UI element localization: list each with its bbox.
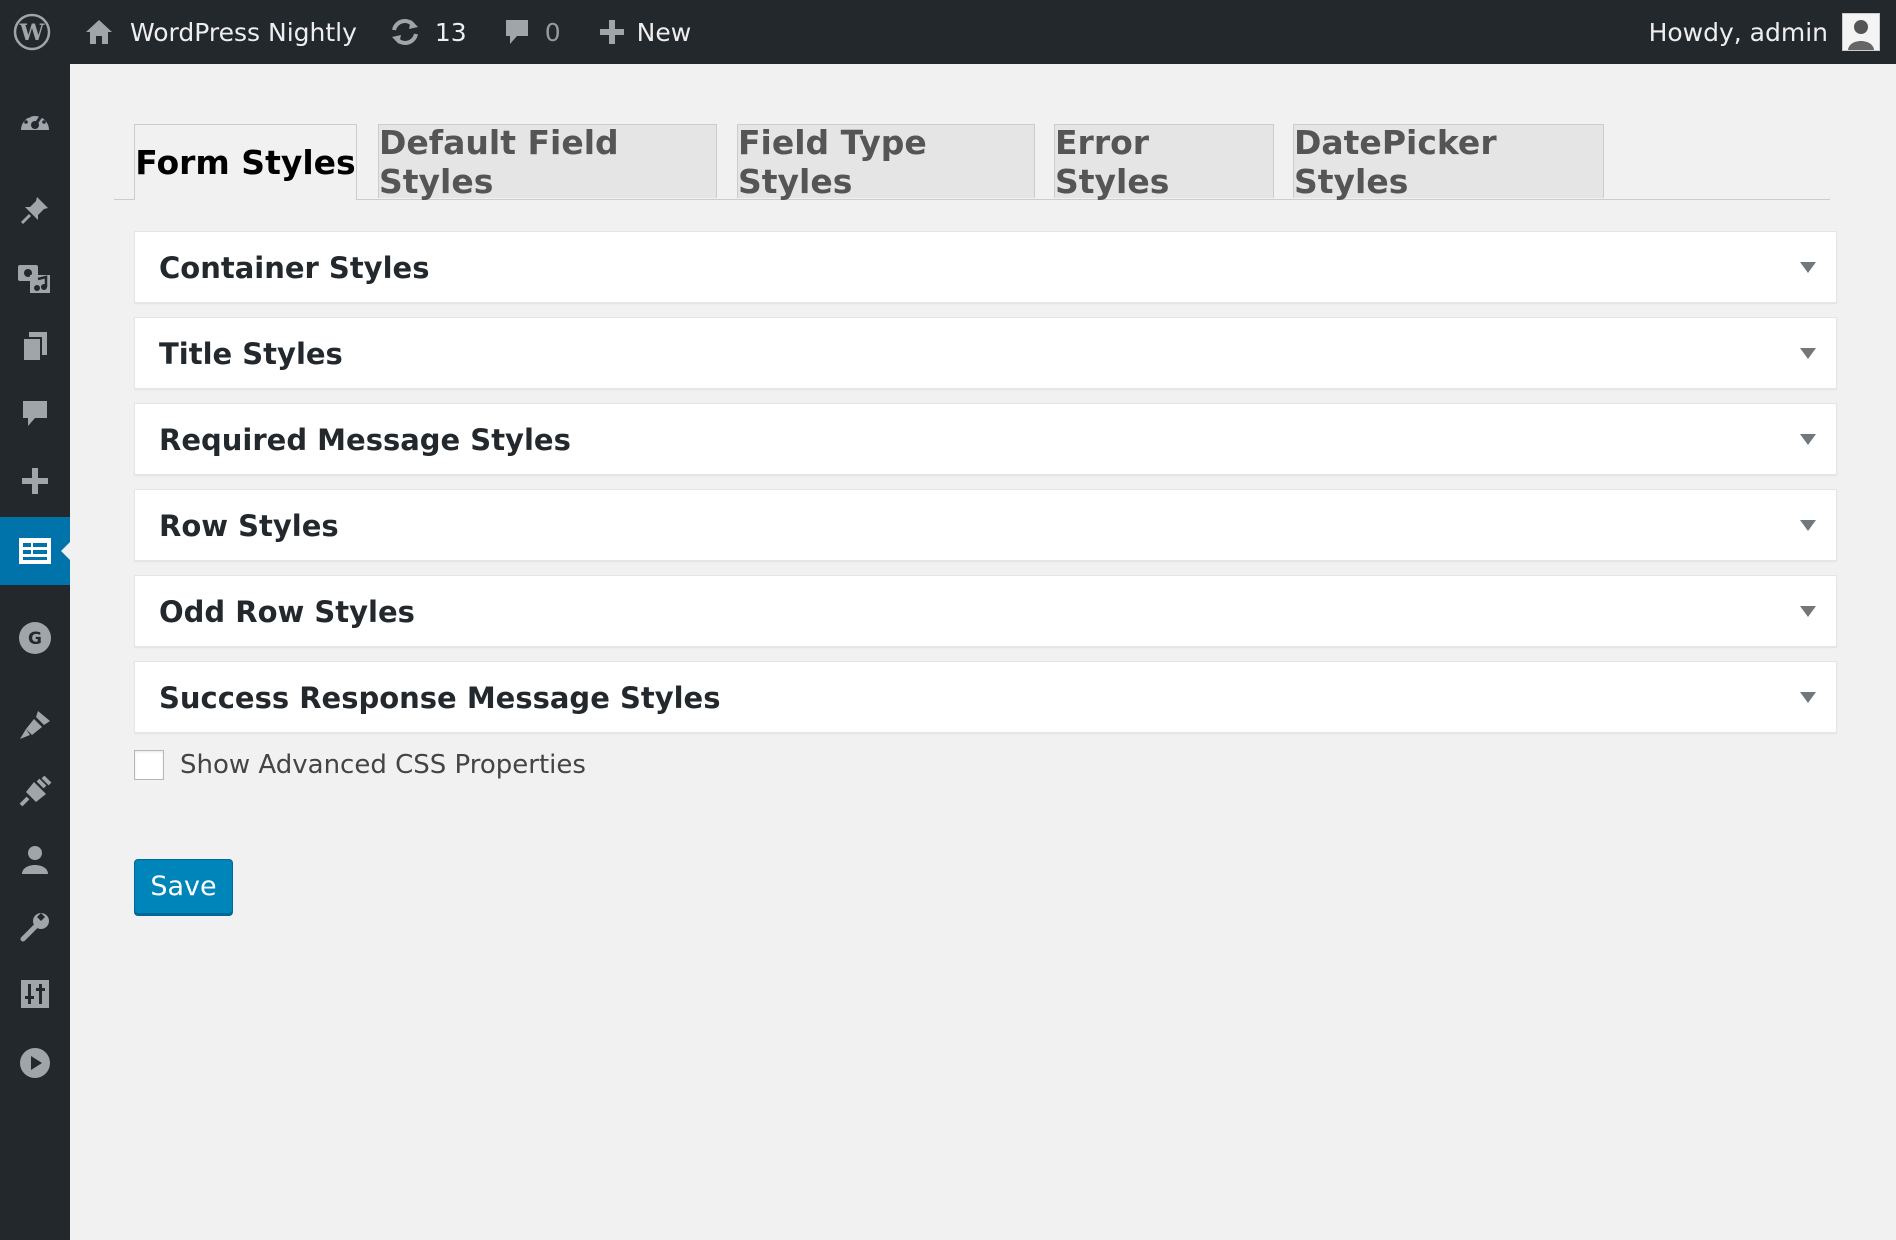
wordpress-logo-icon[interactable]: W bbox=[0, 0, 64, 64]
dashboard-icon bbox=[21, 112, 49, 130]
admin-bar: W WordPress Nightly 13 0 New Howdy, admi… bbox=[0, 0, 1896, 64]
main-content: Form Styles Default Field Styles Field T… bbox=[70, 64, 1896, 1240]
new-content-link[interactable]: New bbox=[599, 0, 692, 64]
settings-icon bbox=[21, 980, 49, 1008]
panel-success-response-message-styles[interactable]: Success Response Message Styles bbox=[134, 661, 1837, 733]
menu-forms[interactable] bbox=[0, 517, 70, 585]
new-label: New bbox=[636, 17, 692, 47]
comment-icon bbox=[505, 20, 528, 44]
caret-down-icon bbox=[1800, 262, 1816, 273]
tab-form-styles[interactable]: Form Styles bbox=[134, 124, 357, 200]
caret-down-icon bbox=[1800, 348, 1816, 359]
menu-dashboard[interactable] bbox=[0, 87, 70, 155]
panel-title: Odd Row Styles bbox=[159, 595, 415, 629]
panel-title: Required Message Styles bbox=[159, 423, 571, 457]
pin-icon bbox=[20, 197, 48, 225]
tools-icon bbox=[20, 913, 49, 942]
comments-icon bbox=[23, 401, 47, 426]
plus-icon bbox=[22, 468, 48, 494]
menu-appearance[interactable] bbox=[0, 691, 70, 759]
panel-title-styles[interactable]: Title Styles bbox=[134, 317, 1837, 389]
svg-text:W: W bbox=[19, 20, 45, 46]
panel-row-styles[interactable]: Row Styles bbox=[134, 489, 1837, 561]
caret-down-icon bbox=[1800, 692, 1816, 703]
tab-field-type-styles[interactable]: Field Type Styles bbox=[737, 123, 1035, 201]
comments-link[interactable]: 0 bbox=[503, 0, 561, 64]
save-button[interactable]: Save bbox=[134, 859, 233, 914]
panel-title: Row Styles bbox=[159, 509, 339, 543]
my-account-link[interactable]: Howdy, admin bbox=[1649, 0, 1880, 64]
forms-icon bbox=[19, 538, 51, 564]
site-name-link[interactable]: WordPress Nightly bbox=[84, 0, 357, 64]
comments-count: 0 bbox=[544, 17, 561, 47]
admin-menu: G bbox=[0, 64, 70, 1240]
appearance-icon bbox=[20, 711, 50, 739]
menu-users[interactable] bbox=[0, 826, 70, 894]
panel-required-message-styles[interactable]: Required Message Styles bbox=[134, 403, 1837, 475]
updates-link[interactable]: 13 bbox=[389, 0, 467, 64]
menu-pages[interactable] bbox=[0, 312, 70, 380]
menu-add[interactable] bbox=[0, 447, 70, 515]
g-icon: G bbox=[19, 622, 51, 654]
site-name: WordPress Nightly bbox=[130, 17, 357, 47]
users-icon bbox=[22, 846, 48, 874]
play-icon bbox=[20, 1048, 50, 1078]
home-icon bbox=[86, 20, 112, 44]
menu-video[interactable] bbox=[0, 1029, 70, 1097]
menu-plugins[interactable] bbox=[0, 758, 70, 826]
plus-icon bbox=[599, 20, 624, 44]
tab-error-styles[interactable]: Error Styles bbox=[1054, 123, 1274, 201]
advanced-css-label[interactable]: Show Advanced CSS Properties bbox=[180, 750, 586, 780]
svg-text:G: G bbox=[28, 629, 42, 649]
pages-icon bbox=[22, 332, 47, 362]
advanced-css-checkbox[interactable] bbox=[134, 750, 164, 780]
tab-default-field-styles[interactable]: Default Field Styles bbox=[378, 123, 717, 201]
panel-title: Title Styles bbox=[159, 337, 343, 371]
media-icon bbox=[18, 265, 50, 293]
tab-datepicker-styles[interactable]: DatePicker Styles bbox=[1293, 123, 1604, 201]
plugins-icon bbox=[19, 776, 52, 807]
panel-title: Container Styles bbox=[159, 251, 430, 285]
panel-odd-row-styles[interactable]: Odd Row Styles bbox=[134, 575, 1837, 647]
caret-down-icon bbox=[1800, 520, 1816, 531]
style-tabs: Form Styles Default Field Styles Field T… bbox=[114, 123, 1830, 201]
advanced-css-option: Show Advanced CSS Properties bbox=[134, 750, 586, 780]
menu-tools[interactable] bbox=[0, 893, 70, 961]
panel-title: Success Response Message Styles bbox=[159, 681, 721, 715]
caret-down-icon bbox=[1800, 434, 1816, 445]
panel-container-styles[interactable]: Container Styles bbox=[134, 231, 1837, 303]
menu-g-plugin[interactable]: G bbox=[0, 604, 70, 672]
avatar bbox=[1842, 13, 1880, 51]
menu-media[interactable] bbox=[0, 244, 70, 312]
menu-comments[interactable] bbox=[0, 380, 70, 448]
account-greeting: Howdy, admin bbox=[1648, 17, 1828, 47]
updates-count: 13 bbox=[434, 17, 467, 47]
menu-settings[interactable] bbox=[0, 960, 70, 1028]
caret-down-icon bbox=[1800, 606, 1816, 617]
updates-icon bbox=[391, 19, 418, 45]
menu-posts[interactable] bbox=[0, 176, 70, 244]
